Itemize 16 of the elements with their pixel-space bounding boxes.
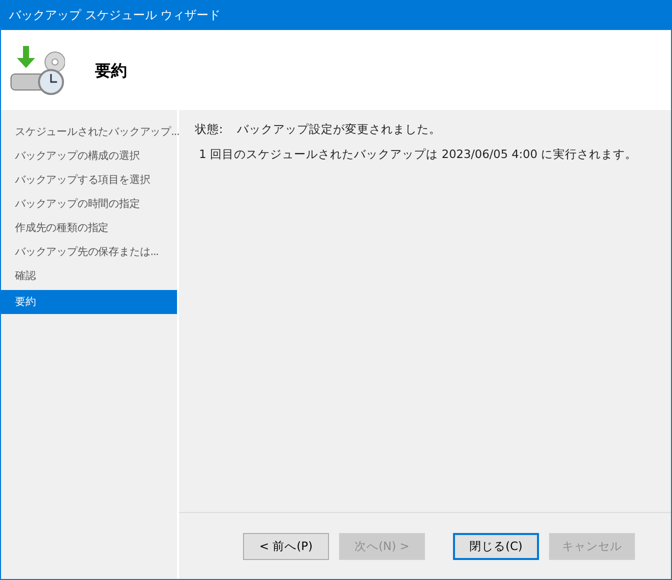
- step-item[interactable]: 確認: [1, 264, 177, 288]
- backup-schedule-icon: [9, 44, 65, 96]
- page-heading: 要約: [95, 60, 127, 82]
- step-item[interactable]: バックアップする項目を選択: [1, 168, 177, 192]
- step-item[interactable]: スケジュールされたバックアップ...: [1, 120, 177, 144]
- step-item[interactable]: バックアップの時間の指定: [1, 192, 177, 216]
- wizard-button[interactable]: 閉じる(C): [453, 532, 539, 560]
- step-item[interactable]: 作成先の種類の指定: [1, 216, 177, 240]
- step-item[interactable]: バックアップの構成の選択: [1, 144, 177, 168]
- step-item[interactable]: バックアップ先の保存または...: [1, 240, 177, 264]
- schedule-message: 1 回目のスケジュールされたバックアップは 2023/06/05 4:00 に実行されます。: [198, 147, 638, 162]
- status-value: バックアップ設定が変更されました。: [236, 122, 441, 137]
- status-label: 状態:: [195, 122, 223, 137]
- wizard-button[interactable]: < 前へ(P): [243, 532, 329, 560]
- step-item[interactable]: 要約: [1, 290, 177, 314]
- window-title: バックアップ スケジュール ウィザード: [1, 0, 671, 30]
